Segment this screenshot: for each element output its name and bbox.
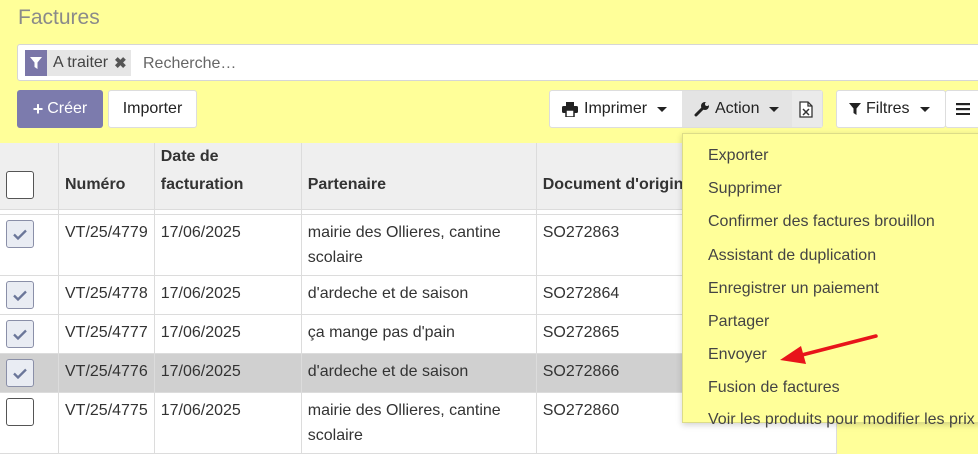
action-dropdown-button[interactable]: Action: [682, 91, 792, 127]
menu-item-supprimer[interactable]: Supprimer: [708, 180, 782, 198]
import-button[interactable]: Importer: [108, 90, 197, 128]
chevron-down-icon: [769, 106, 780, 112]
cell-date: 17/06/2025: [154, 214, 302, 276]
excel-file-icon: [799, 100, 813, 118]
print-button-label: Imprimer: [584, 100, 648, 117]
column-header-partner-label: Partenaire: [307, 176, 386, 193]
plus-icon: +: [32, 98, 44, 119]
cell-date: 17/06/2025: [154, 314, 302, 354]
column-header-partner[interactable]: Partenaire: [301, 143, 537, 210]
cell-date: 17/06/2025: [154, 392, 302, 454]
column-header-origin-label: Document d'origine: [542, 176, 693, 193]
filters-dropdown-button[interactable]: Filtres: [837, 91, 945, 127]
row-checkbox-cell: [0, 392, 59, 454]
column-header-date-line2: facturation: [160, 176, 244, 193]
filter-icon: [849, 102, 861, 116]
search-facet-a-traiter[interactable]: A traiter ✖: [25, 50, 131, 76]
facet-label: A traiter: [53, 54, 109, 71]
import-button-label: Importer: [122, 100, 183, 117]
page-title: Factures: [18, 6, 100, 29]
cell-partner: mairie des Ollieres, cantine scolaire: [301, 392, 537, 454]
cell-partner: ça mange pas d'pain: [301, 314, 537, 354]
chevron-down-icon: [657, 106, 668, 112]
column-header-number[interactable]: Numéro: [58, 143, 155, 210]
list-icon: [946, 91, 978, 127]
search-input[interactable]: [141, 50, 745, 78]
menu-item-partager[interactable]: Partager: [708, 313, 769, 331]
filters-button[interactable]: Filtres: [836, 90, 946, 128]
column-header-date-line1: Date de: [160, 148, 219, 165]
cell-partner: d'ardeche et de saison: [301, 275, 537, 315]
column-header-date[interactable]: Date de facturation: [154, 143, 302, 210]
search-bar: A traiter ✖: [17, 44, 978, 81]
row-checkbox-cell: [0, 353, 59, 393]
menu-item-confirmer-brouillon[interactable]: Confirmer des factures brouillon: [708, 213, 935, 231]
action-button-label: Action: [715, 100, 760, 117]
filter-icon: [25, 50, 47, 76]
menu-item-exporter[interactable]: Exporter: [708, 147, 768, 165]
menu-item-voir-produits[interactable]: Voir les produits pour modifier les prix: [708, 411, 975, 429]
menu-item-enregistrer-paiement[interactable]: Enregistrer un paiement: [708, 280, 879, 298]
menu-item-fusion-factures[interactable]: Fusion de factures: [708, 379, 840, 397]
cell-partner-line1: mairie des Ollieres, cantine: [307, 224, 501, 241]
action-button-group: Imprimer Action: [549, 90, 823, 128]
cell-number: VT/25/4777: [58, 314, 155, 354]
close-icon[interactable]: ✖: [114, 54, 127, 72]
print-dropdown-button[interactable]: Imprimer: [550, 91, 682, 127]
checkmark-icon: [13, 290, 27, 301]
row-checkbox[interactable]: [6, 359, 34, 387]
row-checkbox[interactable]: [6, 220, 34, 248]
filters-button-label: Filtres: [866, 100, 910, 117]
select-all-header: [0, 143, 59, 210]
cell-date: 17/06/2025: [154, 353, 302, 393]
create-button-label: Créer: [47, 100, 88, 117]
cell-number: VT/25/4775: [58, 392, 155, 454]
chevron-down-icon: [919, 106, 930, 112]
menu-item-assistant-duplication[interactable]: Assistant de duplication: [708, 247, 876, 265]
cell-number: VT/25/4779: [58, 214, 155, 276]
cell-partner-line2: scolaire: [307, 249, 363, 266]
column-header-number-label: Numéro: [65, 176, 126, 193]
cell-number: VT/25/4776: [58, 353, 155, 393]
checkmark-icon: [13, 229, 27, 240]
row-checkbox-cell: [0, 275, 59, 315]
menu-item-envoyer[interactable]: Envoyer: [708, 346, 767, 364]
row-checkbox[interactable]: [6, 281, 34, 309]
facet-value: A traiter ✖: [47, 50, 131, 76]
cell-date: 17/06/2025: [154, 275, 302, 315]
export-xlsx-button[interactable]: [792, 91, 822, 127]
checkmark-icon: [13, 329, 27, 340]
row-checkbox-cell: [0, 214, 59, 276]
printer-icon: [562, 101, 578, 117]
row-checkbox[interactable]: [6, 398, 34, 426]
cell-partner-line2: scolaire: [307, 427, 363, 444]
select-all-checkbox[interactable]: [6, 171, 34, 199]
wrench-icon: [694, 101, 710, 117]
row-checkbox[interactable]: [6, 320, 34, 348]
row-checkbox-cell: [0, 314, 59, 354]
cell-partner: d'ardeche et de saison: [301, 353, 537, 393]
cell-partner: mairie des Ollieres, cantine scolaire: [301, 214, 537, 276]
action-dropdown-menu: Exporter Supprimer Confirmer des facture…: [682, 133, 978, 428]
cell-number: VT/25/4778: [58, 275, 155, 315]
group-by-button[interactable]: [945, 90, 978, 128]
checkmark-icon: [13, 368, 27, 379]
cell-partner-line1: mairie des Ollieres, cantine: [307, 402, 501, 419]
create-button[interactable]: + Créer: [17, 90, 103, 128]
